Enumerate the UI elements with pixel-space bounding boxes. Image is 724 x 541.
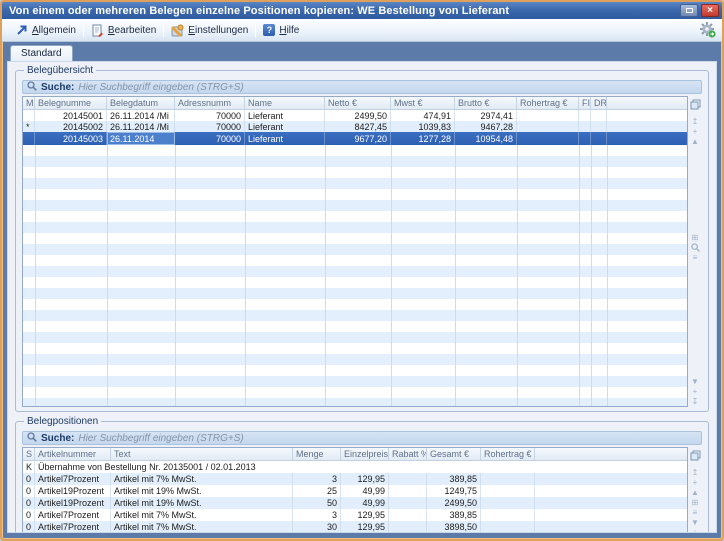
belegübersicht-header-row: M Belegnumme Belegdatum Adressnumm Name … xyxy=(23,97,687,110)
restore-button[interactable] xyxy=(680,4,698,17)
table-row[interactable]: 0 Artikel7Prozent Artikel mit 7% MwSt. 3… xyxy=(23,473,687,485)
scroll-up-icon[interactable]: ▲ xyxy=(691,488,699,498)
group-label: Belegübersicht xyxy=(24,65,96,76)
menu-item-allgemein[interactable]: Allgemein xyxy=(8,22,83,39)
col-header-rohertrag[interactable]: Rohertrag € xyxy=(517,97,579,109)
scroll-down-icon[interactable]: ▼ xyxy=(691,377,699,387)
menu-bar: Allgemein Bearbeiten Einstellungen ? Hil… xyxy=(2,19,722,42)
list-icon[interactable]: ≡ xyxy=(693,253,698,263)
empty-grid-area xyxy=(23,145,687,406)
menu-item-hilfe[interactable]: ? Hilfe xyxy=(256,22,306,38)
belegübersicht-side-toolbar: ↥ + ▲ ⊞ ≡ ▼ + ↧ xyxy=(688,96,702,407)
col-header-netto[interactable]: Netto € xyxy=(325,97,391,109)
work-area: Standard Belegübersicht Suche: Hier Such… xyxy=(2,42,722,539)
row-add-icon[interactable]: + xyxy=(693,528,698,533)
list-icon[interactable]: ≡ xyxy=(693,508,698,518)
columns-icon[interactable]: ⊞ xyxy=(692,498,699,508)
belegübersicht-search-field[interactable]: Suche: Hier Suchbegriff eingeben (STRG+S… xyxy=(22,80,702,94)
table-row[interactable]: 0 Artikel19Prozent Artikel mit 19% MwSt.… xyxy=(23,485,687,497)
row-add-icon[interactable]: + xyxy=(693,127,698,137)
search-icon xyxy=(27,81,37,94)
col-header-belegnummer[interactable]: Belegnumme xyxy=(35,97,107,109)
scroll-first-icon[interactable]: ↥ xyxy=(692,117,699,127)
columns-icon[interactable]: ⊞ xyxy=(692,233,699,243)
group-belegpositionen: Belegpositionen Suche: Hier Suchbegriff … xyxy=(15,421,709,533)
col-header-gesamt[interactable]: Gesamt € xyxy=(427,448,481,460)
scroll-first-icon[interactable]: ↥ xyxy=(692,468,699,478)
focused-cell[interactable]: 26.11.2014 xyxy=(107,132,175,145)
col-header-rohertrag[interactable]: Rohertrag € xyxy=(481,448,535,460)
col-header-dr[interactable]: DR xyxy=(591,97,607,109)
scroll-up-icon[interactable]: ▲ xyxy=(691,137,699,147)
tab-standard[interactable]: Standard xyxy=(10,45,73,61)
table-row[interactable]: 20145001 26.11.2014 /Mi 70000 Lieferant … xyxy=(23,110,687,121)
tab-strip: Standard xyxy=(7,44,717,61)
group-belegübersicht: Belegübersicht Suche: Hier Suchbegriff e… xyxy=(15,70,709,412)
row-add-icon[interactable]: + xyxy=(693,478,698,488)
copy-rows-icon[interactable] xyxy=(690,97,701,115)
belegpositionen-grid: S Artikelnummer Text Menge Einzelpreis €… xyxy=(22,447,688,533)
col-header-rabatt[interactable]: Rabatt % xyxy=(389,448,427,460)
col-header-artikelnummer[interactable]: Artikelnummer xyxy=(35,448,111,460)
search-placeholder: Hier Suchbegriff eingeben (STRG+S) xyxy=(78,433,243,444)
col-header-brutto[interactable]: Brutto € xyxy=(455,97,517,109)
col-header-mwst[interactable]: Mwst € xyxy=(391,97,455,109)
scroll-last-icon[interactable]: ↧ xyxy=(692,397,699,407)
window-title: Von einem oder mehreren Belegen einzelne… xyxy=(9,5,677,17)
close-button[interactable]: × xyxy=(701,4,719,17)
group-label: Belegpositionen xyxy=(24,416,101,427)
close-icon: × xyxy=(707,6,713,16)
row-add-icon[interactable]: + xyxy=(693,387,698,397)
table-row-selected[interactable]: 20145003 26.11.2014 70000 Lieferant 9677… xyxy=(23,132,687,145)
table-row[interactable]: * 20145002 26.11.2014 /Mi 70000 Lieferan… xyxy=(23,121,687,132)
title-bar: Von einem oder mehreren Belegen einzelne… xyxy=(2,2,722,19)
belegpositionen-header-row: S Artikelnummer Text Menge Einzelpreis €… xyxy=(23,448,687,461)
table-row[interactable]: K Übernahme von Bestellung Nr. 20135001 … xyxy=(23,461,687,473)
restore-icon xyxy=(686,8,693,13)
search-placeholder: Hier Suchbegriff eingeben (STRG+S) xyxy=(78,82,243,93)
scroll-down-icon[interactable]: ▼ xyxy=(691,518,699,528)
table-row[interactable]: 0 Artikel7Prozent Artikel mit 7% MwSt. 3… xyxy=(23,509,687,521)
belegübersicht-grid: M Belegnumme Belegdatum Adressnumm Name … xyxy=(22,96,688,407)
col-header-name[interactable]: Name xyxy=(245,97,325,109)
col-header-adressnummer[interactable]: Adressnumm xyxy=(175,97,245,109)
search-grid-icon[interactable] xyxy=(691,243,700,253)
search-label: Suche: xyxy=(41,433,74,444)
settings-wrench-icon xyxy=(171,24,184,37)
col-header-s[interactable]: S xyxy=(23,448,35,460)
col-header-belegdatum[interactable]: Belegdatum xyxy=(107,97,175,109)
col-header-text[interactable]: Text xyxy=(111,448,293,460)
col-header-m[interactable]: M xyxy=(23,97,35,109)
arrow-up-right-icon xyxy=(15,24,28,37)
belegpositionen-side-toolbar: ↥ + ▲ ⊞ ≡ ▼ + ↧ xyxy=(688,447,702,533)
app-window: Von einem oder mehreren Belegen einzelne… xyxy=(0,0,724,541)
uebernahme-text: Übernahme von Bestellung Nr. 20135001 / … xyxy=(35,461,687,473)
belegpositionen-search-field[interactable]: Suche: Hier Suchbegriff eingeben (STRG+S… xyxy=(22,431,702,445)
col-header-fi[interactable]: FI xyxy=(579,97,591,109)
menu-item-einstellungen[interactable]: Einstellungen xyxy=(164,22,255,39)
table-row[interactable]: 0 Artikel19Prozent Artikel mit 19% MwSt.… xyxy=(23,497,687,509)
edit-document-icon xyxy=(91,24,104,37)
copy-rows-icon[interactable] xyxy=(690,448,701,466)
col-header-einzelpreis[interactable]: Einzelpreis € xyxy=(341,448,389,460)
tab-page: Belegübersicht Suche: Hier Suchbegriff e… xyxy=(7,61,717,533)
help-icon: ? xyxy=(263,24,275,36)
col-header-menge[interactable]: Menge xyxy=(293,448,341,460)
table-row[interactable]: 0 Artikel7Prozent Artikel mit 7% MwSt. 3… xyxy=(23,521,687,533)
search-icon xyxy=(27,432,37,445)
search-label: Suche: xyxy=(41,82,74,93)
menu-item-bearbeiten[interactable]: Bearbeiten xyxy=(84,22,163,39)
update-gear-icon[interactable] xyxy=(700,22,716,38)
